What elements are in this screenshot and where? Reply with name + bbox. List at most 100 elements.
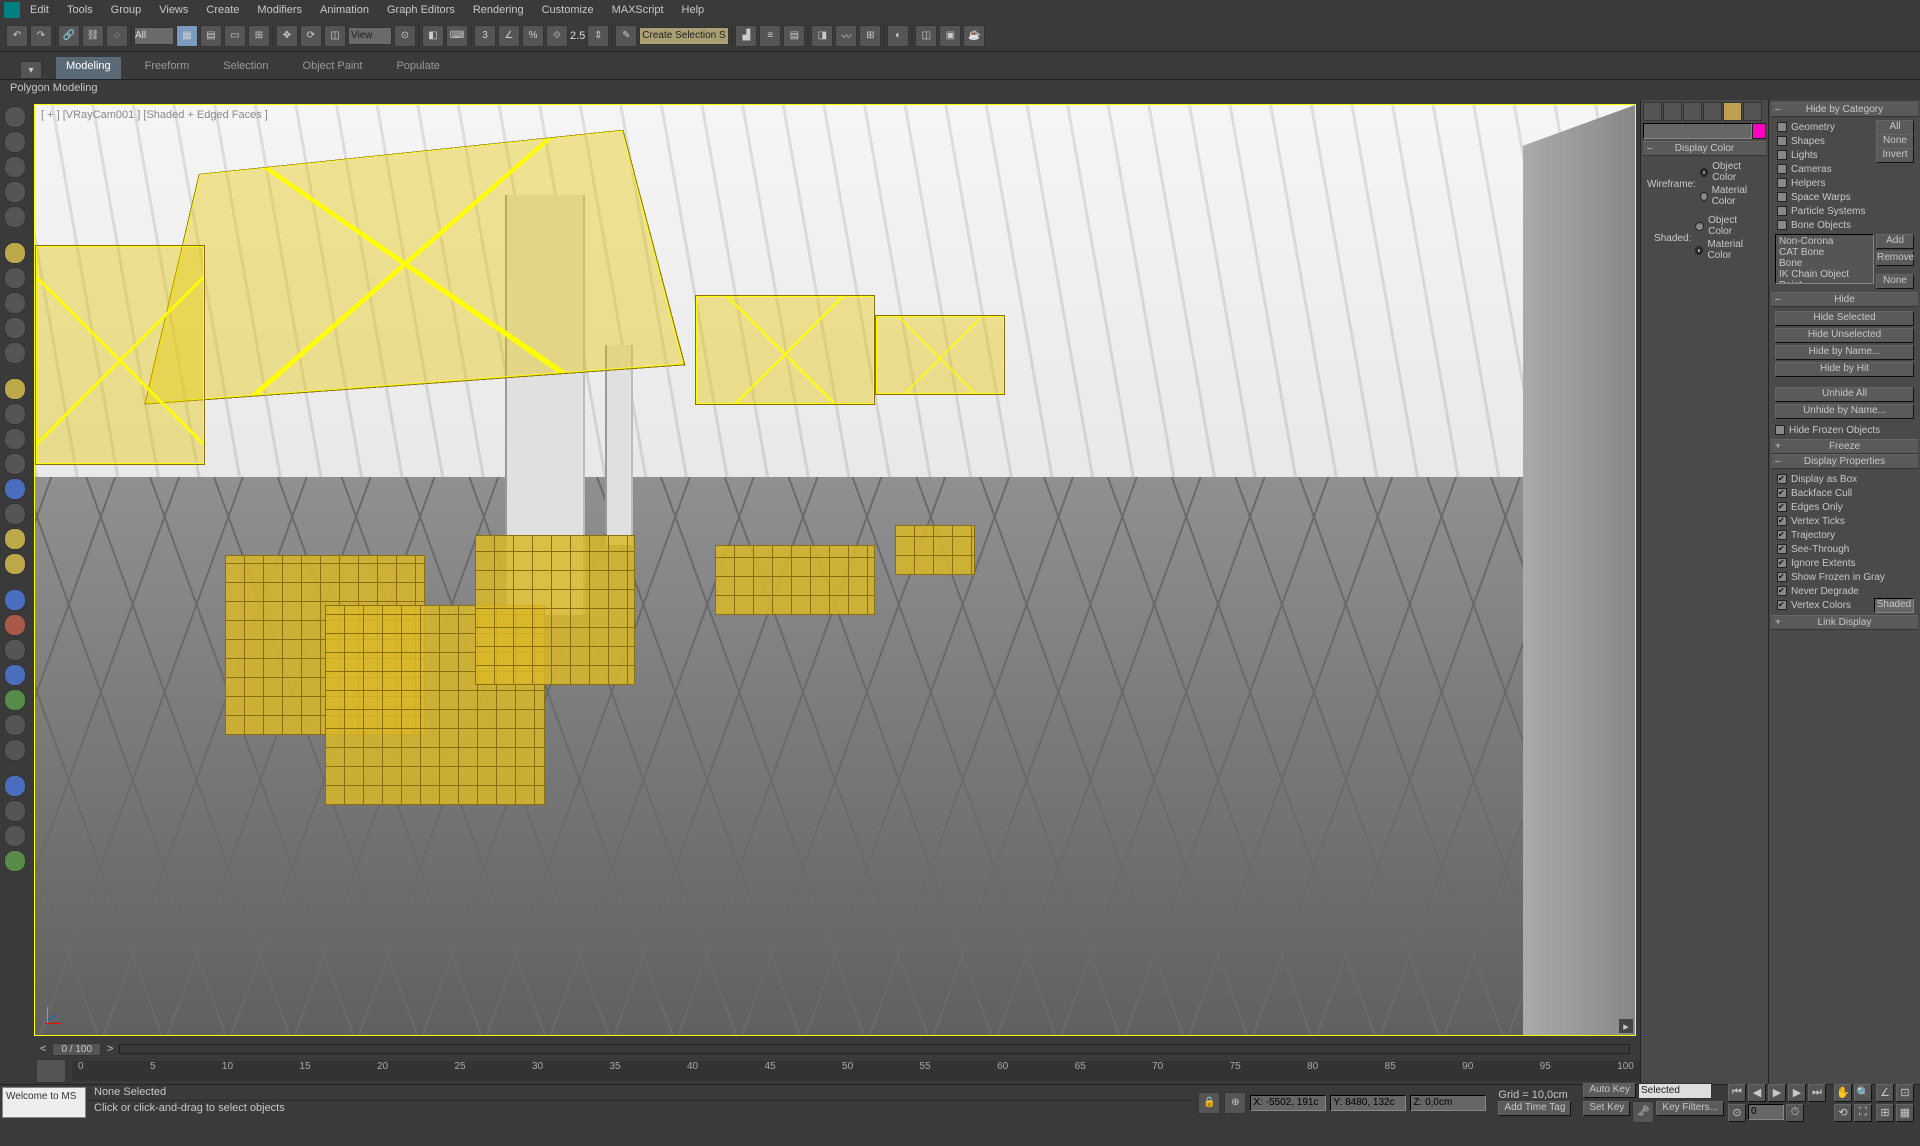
ribbon-tab-objectpaint[interactable]: Object Paint <box>293 57 373 79</box>
tool-icon[interactable] <box>4 739 26 761</box>
prim-icon[interactable] <box>4 403 26 425</box>
angle-snap-icon[interactable]: ∠ <box>498 25 520 47</box>
menu-tools[interactable]: Tools <box>67 4 93 16</box>
auto-key-button[interactable]: Auto Key <box>1583 1083 1636 1098</box>
rollout-link-display[interactable]: +Link Display <box>1771 615 1918 630</box>
app-icon[interactable] <box>4 2 20 18</box>
btn-add[interactable]: Add <box>1876 234 1914 249</box>
scale-icon[interactable]: ◫ <box>324 25 346 47</box>
coord-x[interactable] <box>1250 1095 1326 1111</box>
menu-group[interactable]: Group <box>111 4 142 16</box>
light-icon[interactable] <box>4 553 26 575</box>
cb-trajectory[interactable] <box>1777 530 1787 540</box>
menu-grapheditors[interactable]: Graph Editors <box>387 4 455 16</box>
schematic-icon[interactable]: ⊞ <box>859 25 881 47</box>
tool-icon[interactable] <box>4 206 26 228</box>
cb-shapes[interactable] <box>1777 136 1787 146</box>
viewport-expand-icon[interactable]: ▸ <box>1619 1019 1633 1033</box>
snap-toggle-icon[interactable]: 3 <box>474 25 496 47</box>
menu-help[interactable]: Help <box>682 4 705 16</box>
cb-show-frozen-gray[interactable] <box>1777 572 1787 582</box>
selection-filter[interactable] <box>134 27 174 45</box>
rollout-hide[interactable]: –Hide <box>1771 292 1918 307</box>
tab-hierarchy-icon[interactable] <box>1683 102 1702 121</box>
next-frame-icon[interactable]: ▶ <box>1788 1084 1806 1102</box>
cb-never-degrade[interactable] <box>1777 586 1787 596</box>
tool-icon[interactable] <box>4 292 26 314</box>
tool-icon[interactable] <box>4 267 26 289</box>
play-icon[interactable]: ▶ <box>1768 1084 1786 1102</box>
btn-invert[interactable]: Invert <box>1876 148 1914 163</box>
btn-hide-unselected[interactable]: Hide Unselected <box>1775 328 1914 343</box>
render-setup-icon[interactable]: ◫ <box>915 25 937 47</box>
tool-icon[interactable] <box>4 342 26 364</box>
menu-rendering[interactable]: Rendering <box>473 4 524 16</box>
menu-maxscript[interactable]: MAXScript <box>612 4 664 16</box>
object-color-swatch[interactable] <box>1752 123 1766 139</box>
btn-hide-by-hit[interactable]: Hide by Hit <box>1775 362 1914 377</box>
coord-mode-icon[interactable]: ⊕ <box>1224 1092 1246 1114</box>
ribbon-tab-selection[interactable]: Selection <box>213 57 278 79</box>
keymode-icon[interactable]: ⌨ <box>446 25 468 47</box>
render-icon[interactable]: ☕ <box>963 25 985 47</box>
viewport[interactable]: [ + ] [VRayCam001 ] [Shaded + Edged Face… <box>34 104 1636 1036</box>
menu-modifiers[interactable]: Modifiers <box>257 4 302 16</box>
key-filters-button[interactable]: Key Filters... <box>1656 1101 1724 1116</box>
add-time-tag[interactable]: Add Time Tag <box>1498 1101 1571 1116</box>
fov-icon[interactable]: ∠ <box>1876 1084 1894 1102</box>
rollout-display-color[interactable]: –Display Color <box>1643 141 1766 156</box>
tool-icon[interactable] <box>4 106 26 128</box>
btn-unhide-all[interactable]: Unhide All <box>1775 387 1914 402</box>
prim-icon[interactable] <box>4 478 26 500</box>
edit-named-sel-icon[interactable]: ✎ <box>615 25 637 47</box>
bind-icon[interactable]: ◌ <box>106 25 128 47</box>
prim-icon[interactable] <box>4 428 26 450</box>
menu-animation[interactable]: Animation <box>320 4 369 16</box>
tool-icon[interactable] <box>4 689 26 711</box>
timeline[interactable]: 0510152025303540455055606570758085909510… <box>30 1058 1640 1084</box>
max-viewport-icon[interactable]: ⛶ <box>1854 1104 1872 1122</box>
orbit-icon[interactable]: ⟲ <box>1834 1104 1852 1122</box>
undo-icon[interactable]: ↶ <box>6 25 28 47</box>
tab-motion-icon[interactable] <box>1703 102 1722 121</box>
menu-customize[interactable]: Customize <box>542 4 594 16</box>
rollout-display-props[interactable]: –Display Properties <box>1771 454 1918 469</box>
curve-editor-icon[interactable]: 〰 <box>835 25 857 47</box>
select-name-icon[interactable]: ▤ <box>200 25 222 47</box>
menu-views[interactable]: Views <box>159 4 188 16</box>
timeline-ruler[interactable]: 0510152025303540455055606570758085909510… <box>72 1061 1640 1081</box>
tab-modify-icon[interactable] <box>1663 102 1682 121</box>
shaded-object-radio[interactable]: Object Color <box>1695 215 1762 237</box>
btn-shaded[interactable]: Shaded <box>1874 598 1914 613</box>
goto-start-icon[interactable]: ⏮ <box>1728 1084 1746 1102</box>
cb-lights[interactable] <box>1777 150 1787 160</box>
set-key-button[interactable]: Set Key <box>1583 1101 1630 1116</box>
coord-z[interactable] <box>1410 1095 1486 1111</box>
ribbon-min-icon[interactable]: ▾ <box>20 61 42 79</box>
ref-coord-system[interactable]: View <box>348 27 392 45</box>
snap-spinner-icon[interactable]: ⇕ <box>587 25 609 47</box>
prev-frame-icon[interactable]: ◀ <box>1748 1084 1766 1102</box>
sun-icon[interactable] <box>4 528 26 550</box>
time-slider[interactable]: < 0 / 100 > <box>30 1040 1640 1058</box>
menu-create[interactable]: Create <box>206 4 239 16</box>
cb-spacewarps[interactable] <box>1777 192 1787 202</box>
cb-see-through[interactable] <box>1777 544 1787 554</box>
btn-none[interactable]: None <box>1876 134 1914 149</box>
key-mode-select[interactable] <box>1638 1083 1712 1099</box>
tool-icon[interactable] <box>4 800 26 822</box>
cb-bones[interactable] <box>1777 220 1787 230</box>
zoom-ext-icon[interactable]: ⊞ <box>1876 1104 1894 1122</box>
maxscript-listener[interactable]: Welcome to MS <box>2 1087 86 1118</box>
ribbon-panel-label[interactable]: Polygon Modeling <box>0 80 1920 100</box>
goto-end-icon[interactable]: ⏭ <box>1808 1084 1826 1102</box>
cb-geometry[interactable] <box>1777 122 1787 132</box>
shaded-material-radio[interactable]: Material Color <box>1695 239 1762 261</box>
zoom-all-icon[interactable]: ⊡ <box>1896 1084 1914 1102</box>
redo-icon[interactable]: ↷ <box>30 25 52 47</box>
select-object-icon[interactable]: ▦ <box>176 25 198 47</box>
time-config-icon[interactable]: ⏱ <box>1786 1104 1804 1122</box>
lock-icon[interactable]: 🔒 <box>1198 1092 1220 1114</box>
material-editor-icon[interactable]: ◐ <box>887 25 909 47</box>
tab-display-icon[interactable] <box>1723 102 1742 121</box>
